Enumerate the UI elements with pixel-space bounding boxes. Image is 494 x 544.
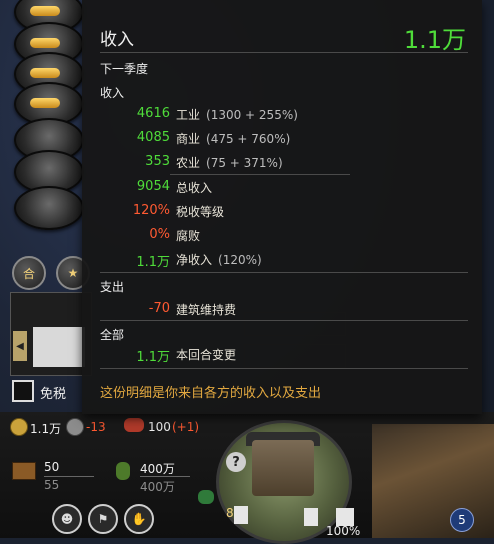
- troops-current: 50: [44, 460, 60, 474]
- general-portrait-button[interactable]: ☻: [52, 504, 82, 534]
- income-row: 4085 商业 (475 + 760%): [100, 130, 460, 148]
- summary-row: 1.1万 净收入 (120%): [100, 251, 460, 270]
- troops-max: 55: [44, 478, 60, 492]
- income-divider: [170, 174, 350, 175]
- tooltip-total: 1.1万: [403, 26, 466, 54]
- supply-change: (+1): [172, 420, 200, 434]
- note-divider: [100, 368, 468, 369]
- income-value: 353: [145, 154, 170, 169]
- income-row: 4616 工业 (1300 + 255%): [100, 106, 460, 124]
- summary-value: 120%: [132, 203, 170, 218]
- expense-label: 建筑维持费: [176, 301, 236, 318]
- population-max: 400万: [140, 480, 175, 494]
- arrow-left-icon[interactable]: ◀: [13, 331, 27, 361]
- diplomacy-button[interactable]: ✋: [124, 504, 154, 534]
- summary-label: 腐败: [176, 227, 200, 244]
- tax-exempt-checkbox[interactable]: [12, 380, 34, 402]
- summary-row: 0% 腐败: [100, 227, 460, 245]
- expense-label-text: 建筑维持费: [176, 303, 237, 317]
- all-value: 1.1万: [136, 350, 170, 365]
- population-divider: [140, 476, 190, 477]
- building-icon: [234, 506, 248, 524]
- star-icon: ★: [67, 266, 79, 280]
- income-detail: (1300 + 255%): [206, 108, 298, 122]
- lantern-icon: [30, 6, 60, 16]
- tooltip-note: 这份明细是你来自各方的收入以及支出: [100, 386, 322, 401]
- expense-divider: [100, 272, 468, 273]
- all-row: 1.1万 本回合变更: [100, 346, 460, 365]
- tooltip-title: 收入: [100, 30, 134, 50]
- gold-value: 1.1万: [30, 422, 62, 436]
- income-value: 4616: [136, 106, 170, 121]
- expense-value: -70: [148, 301, 170, 316]
- income-tooltip: 收入 1.1万 下一季度 收入 4616 工业 (1300 + 255%) 408…: [82, 0, 482, 414]
- all-section-label: 全部: [100, 328, 125, 342]
- summary-value: 1.1万: [136, 255, 170, 270]
- income-section-label: 收入: [100, 86, 125, 100]
- gold-coin-icon: [10, 418, 28, 436]
- help-label: ?: [232, 454, 240, 470]
- population-current: 400万: [140, 462, 175, 476]
- town-illustration[interactable]: [372, 424, 494, 538]
- help-icon[interactable]: ?: [226, 452, 246, 472]
- tooltip-divider: [100, 52, 468, 53]
- treasury-chest-icon: [12, 462, 36, 480]
- all-divider: [100, 320, 468, 321]
- income-value: 4085: [136, 130, 170, 145]
- grain-icon: [66, 418, 84, 436]
- turn-counter-badge[interactable]: 5: [450, 508, 474, 532]
- all-label-text: 本回合变更: [176, 348, 237, 362]
- income-label: 工业 (1300 + 255%): [176, 106, 298, 123]
- summary-label-text: 税收等级: [176, 205, 225, 219]
- city-percent: 100%: [326, 524, 361, 538]
- lantern-icon: [30, 38, 60, 48]
- summary-label: 净收入 (120%): [176, 251, 262, 268]
- income-label: 商业 (475 + 760%): [176, 130, 290, 147]
- unit-panel: ◀: [10, 292, 92, 376]
- green-arrow-icon: [198, 490, 214, 504]
- fort-icon: [304, 508, 318, 526]
- troops-divider: [44, 476, 94, 477]
- income-detail: (75 + 371%): [206, 156, 283, 170]
- building-count: 8: [226, 506, 234, 520]
- income-detail: (475 + 760%): [206, 132, 291, 146]
- summary-detail: (120%): [218, 253, 262, 267]
- merge-button[interactable]: 合: [12, 256, 46, 290]
- lantern-icon: [30, 68, 60, 78]
- tax-exempt-label: 免税: [40, 387, 67, 402]
- summary-row: 120% 税收等级: [100, 203, 460, 221]
- summary-value: 9054: [136, 179, 170, 194]
- merge-button-label: 合: [22, 266, 35, 281]
- supply-icon: [124, 418, 144, 432]
- food-change: -13: [86, 420, 106, 434]
- unit-slot[interactable]: [33, 327, 85, 367]
- supply-value: 100: [148, 420, 171, 434]
- game-background: 合 ★ ◀ 免税 1.1万 -13 100 (+1) 50 55 400万 40…: [0, 0, 494, 544]
- expense-row: -70 建筑维持费: [100, 301, 460, 319]
- summary-label-text: 腐败: [176, 229, 201, 243]
- tooltip-subtitle: 下一季度: [100, 62, 149, 76]
- all-label: 本回合变更: [176, 346, 236, 363]
- summary-label: 税收等级: [176, 203, 224, 220]
- turn-counter-label: 5: [458, 513, 466, 527]
- income-label: 农业 (75 + 371%): [176, 154, 283, 171]
- expense-section-label: 支出: [100, 280, 125, 294]
- income-label-text: 商业: [176, 132, 201, 146]
- income-label-text: 农业: [176, 156, 201, 170]
- summary-label: 总收入: [176, 179, 212, 196]
- summary-row: 9054 总收入: [100, 179, 460, 197]
- summary-label-text: 净收入: [176, 253, 213, 267]
- banner-button[interactable]: ⚑: [88, 504, 118, 534]
- lantern-icon: [30, 98, 60, 108]
- summary-value: 0%: [149, 227, 170, 242]
- character-portrait-7[interactable]: [14, 186, 84, 230]
- income-label-text: 工业: [176, 108, 201, 122]
- income-row: 353 农业 (75 + 371%): [100, 154, 460, 172]
- population-icon: [116, 462, 130, 480]
- palace-building: [252, 440, 314, 496]
- summary-label-text: 总收入: [176, 181, 213, 195]
